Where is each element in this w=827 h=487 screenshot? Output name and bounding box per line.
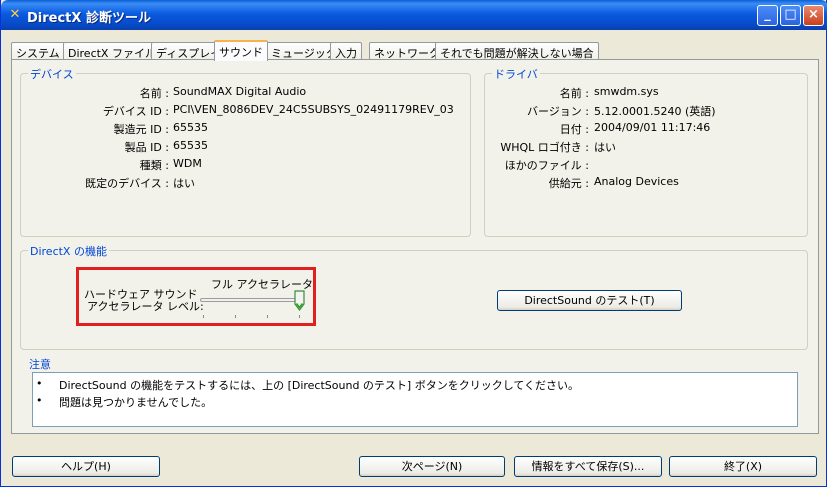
title-bar[interactable]: ✕ DirectX 診断ツール _ □ ×: [1, 0, 827, 30]
help-button[interactable]: ヘルプ(H): [12, 456, 160, 477]
provider-value: Analog Devices: [594, 175, 679, 188]
manufacturer-id-value: 65535: [173, 121, 208, 134]
slider-tick: [203, 315, 204, 318]
device-id-value: PCI\VEN_8086DEV_24C5SUBSYS_02491179REV_0…: [173, 103, 454, 116]
tab-troubleshoot[interactable]: それでも問題が解決しない場合: [435, 42, 599, 60]
directx-features-title: DirectX の機能: [28, 243, 109, 259]
directx-logo-icon: ✕: [9, 7, 21, 22]
product-id-label: 製品 ID :: [124, 141, 169, 154]
device-type-label: 種類 :: [139, 159, 169, 172]
slider-tick: [235, 315, 236, 318]
driver-version-value: 5.12.0001.5240 (英語): [594, 105, 716, 118]
maximize-button[interactable]: □: [780, 5, 801, 26]
tab-strip: システム DirectX ファイル ディスプレイ サウンド ミュージック 入力 …: [11, 40, 821, 61]
bullet-icon: •: [36, 394, 43, 407]
save-all-info-button[interactable]: 情報をすべて保存(S)...: [514, 456, 662, 477]
tab-sound[interactable]: サウンド: [214, 40, 268, 61]
device-type-value: WDM: [173, 157, 202, 170]
window: ✕ DirectX 診断ツール _ □ × システム DirectX ファイル …: [0, 0, 827, 487]
manufacturer-id-label: 製造元 ID :: [113, 123, 169, 136]
driver-date-value: 2004/09/01 11:17:46: [594, 121, 711, 134]
device-name-value: SoundMAX Digital Audio: [173, 85, 307, 98]
hw-accel-slider-track[interactable]: [200, 298, 304, 302]
tab-input[interactable]: 入力: [330, 42, 362, 60]
directsound-test-button[interactable]: DirectSound のテスト(T): [497, 290, 682, 311]
minimize-button[interactable]: _: [757, 5, 778, 26]
exit-button[interactable]: 終了(X): [669, 456, 817, 477]
hw-accel-label-line2: アクセラレータ レベル:: [87, 300, 204, 313]
hw-accel-slider-thumb[interactable]: [294, 290, 305, 311]
window-title: DirectX 診断ツール: [27, 11, 151, 26]
driver-date-label: 日付 :: [559, 123, 589, 136]
device-group-title: デバイス: [28, 66, 76, 82]
notes-list: • DirectSound の機能をテストするには、上の [DirectSoun…: [32, 372, 798, 427]
driver-name-value: smwdm.sys: [594, 85, 659, 98]
close-button[interactable]: ×: [803, 5, 824, 26]
next-page-button[interactable]: 次ページ(N): [359, 456, 505, 477]
slider-tick: [267, 315, 268, 318]
other-files-label: ほかのファイル :: [504, 159, 589, 172]
whql-logo-label: WHQL ロゴ付き :: [500, 141, 589, 154]
slider-tick: [299, 315, 300, 318]
provider-label: 供給元 :: [548, 177, 589, 190]
device-id-label: デバイス ID :: [102, 105, 169, 118]
tab-system[interactable]: システム: [11, 42, 65, 60]
driver-version-label: バージョン :: [527, 105, 589, 118]
driver-name-label: 名前 :: [559, 87, 589, 100]
notes-title: 注意: [27, 356, 53, 372]
tab-directx-files[interactable]: DirectX ファイル: [63, 42, 161, 60]
default-device-label: 既定のデバイス :: [85, 177, 169, 190]
bullet-icon: •: [36, 377, 43, 390]
product-id-value: 65535: [173, 139, 208, 152]
device-name-label: 名前 :: [139, 87, 169, 100]
whql-logo-value: はい: [594, 141, 616, 154]
driver-group-title: ドライバ: [492, 66, 540, 82]
default-device-value: はい: [173, 177, 195, 190]
tab-network[interactable]: ネットワーク: [369, 42, 445, 60]
